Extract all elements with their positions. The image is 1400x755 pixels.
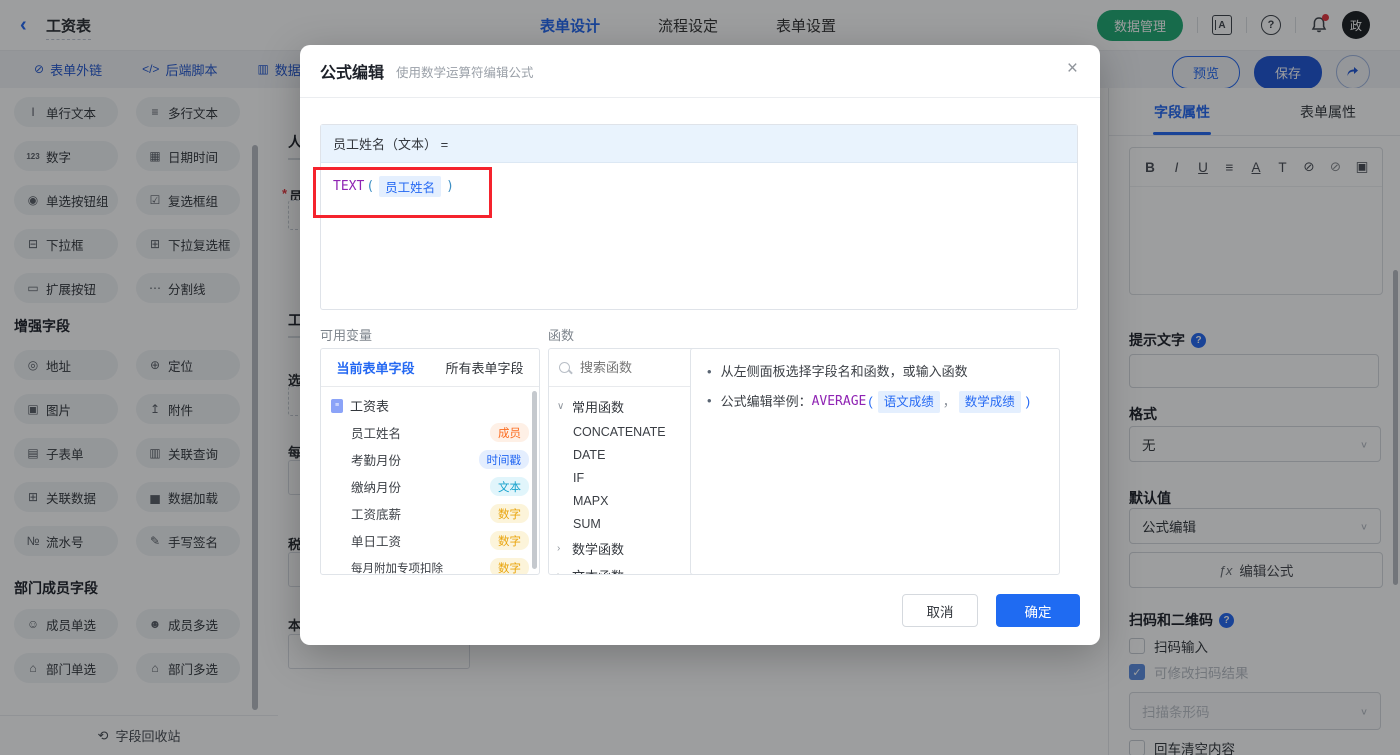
- variable-name: 工资底薪: [351, 508, 402, 522]
- function-group-common[interactable]: ∨ 常用函数: [549, 393, 699, 420]
- type-badge: 时间戳: [478, 450, 529, 469]
- function-item-concatenate[interactable]: CONCATENATE: [549, 420, 699, 443]
- function-item-mapx[interactable]: MAPX: [549, 489, 699, 512]
- example-chip-1: 语文成绩: [877, 391, 940, 413]
- function-group-label: 常用函数: [572, 400, 625, 415]
- modal-subtitle: 使用数学运算符编辑公式: [396, 65, 534, 80]
- chevron-down-icon: ∨: [557, 401, 565, 412]
- modal-footer: 取消 确定: [902, 594, 1080, 627]
- variable-name: 考勤月份: [351, 454, 402, 468]
- function-tree: ∨ 常用函数 CONCATENATE DATE IF MAPX SUM › 数学…: [549, 387, 699, 574]
- tab-all-form-fields[interactable]: 所有表单字段: [430, 349, 539, 386]
- functions-label: 函数: [548, 328, 575, 343]
- function-search-row: [549, 349, 699, 387]
- variable-name: 缴纳月份: [351, 481, 402, 495]
- type-badge: 成员: [490, 423, 529, 442]
- cancel-button[interactable]: 取消: [902, 594, 978, 627]
- variables-tabs: 当前表单字段 所有表单字段: [321, 349, 539, 387]
- available-vars-label: 可用变量: [320, 328, 373, 343]
- variable-name: 单日工资: [351, 535, 402, 549]
- form-doc-icon: ≡: [331, 398, 343, 413]
- function-item-if[interactable]: IF: [549, 466, 699, 489]
- function-group-math[interactable]: › 数学函数: [549, 535, 699, 562]
- app-root: ‹ 工资表 表单设计 流程设定 表单设置 数据管理 A ? 政 ⊘ 表单外链 <…: [0, 0, 1400, 755]
- function-search-input[interactable]: [578, 359, 682, 376]
- chevron-right-icon: ›: [557, 570, 567, 574]
- comma: ，: [942, 394, 956, 409]
- close-icon[interactable]: ×: [1067, 59, 1078, 78]
- type-badge: 数字: [490, 558, 529, 574]
- functions-panel: ∨ 常用函数 CONCATENATE DATE IF MAPX SUM › 数学…: [548, 348, 700, 575]
- chevron-right-icon: ›: [557, 543, 561, 554]
- function-item-sum[interactable]: SUM: [549, 512, 699, 535]
- variable-name: 每月附加专项扣除: [351, 562, 443, 575]
- function-item-date[interactable]: DATE: [549, 443, 699, 466]
- tree-root-label: 工资表: [350, 399, 390, 414]
- tab-current-form-fields[interactable]: 当前表单字段: [321, 349, 430, 386]
- paren-close: ): [1025, 394, 1031, 409]
- example-chip-2: 数学成绩: [958, 391, 1021, 413]
- type-badge: 文本: [490, 477, 529, 496]
- function-group-text[interactable]: › 文本函数: [549, 562, 699, 574]
- variable-row[interactable]: 考勤月份 时间戳: [321, 446, 539, 473]
- help-line-2: • 公式编辑举例： AVERAGE ( 语文成绩 ， 数学成绩 ): [707, 391, 1043, 413]
- variables-panel: 当前表单字段 所有表单字段 ≡ 工资表 员工姓名 成员 考勤月份 时间戳 缴纳月份 文…: [320, 348, 540, 575]
- example-prefix: 公式编辑举例：: [720, 394, 812, 409]
- tree-root-row[interactable]: ≡ 工资表: [321, 387, 539, 419]
- help-line-1: • 从左侧面板选择字段名和函数，或输入函数: [707, 362, 1043, 382]
- type-badge: 数字: [490, 531, 529, 550]
- formula-target-bar: 员工姓名（文本） =: [321, 125, 1077, 163]
- variable-row[interactable]: 员工姓名 成员: [321, 419, 539, 446]
- type-badge: 数字: [490, 504, 529, 523]
- red-highlight-box: [313, 167, 492, 218]
- search-icon: [559, 362, 570, 373]
- variable-row[interactable]: 每月附加专项扣除 数字: [321, 554, 539, 575]
- bullet-icon: •: [707, 393, 712, 408]
- variable-row[interactable]: 单日工资 数字: [321, 527, 539, 554]
- function-group-label: 文本函数: [572, 566, 624, 574]
- variable-name: 员工姓名: [351, 427, 402, 441]
- modal-header: 公式编辑 使用数学运算符编辑公式: [300, 45, 1100, 98]
- example-function-name: AVERAGE: [811, 394, 867, 409]
- modal-title: 公式编辑: [320, 65, 385, 82]
- variable-row[interactable]: 缴纳月份 文本: [321, 473, 539, 500]
- function-group-label: 数学函数: [572, 542, 625, 557]
- formula-help-panel: • 从左侧面板选择字段名和函数，或输入函数 • 公式编辑举例： AVERAGE …: [690, 348, 1060, 575]
- variable-row[interactable]: 工资底薪 数字: [321, 500, 539, 527]
- paren-open: (: [868, 394, 873, 409]
- bullet-icon: •: [707, 364, 712, 379]
- variables-scrollbar[interactable]: [532, 391, 537, 569]
- formula-edit-modal: 公式编辑 使用数学运算符编辑公式 × 员工姓名（文本） = TEXT ( 员工姓…: [300, 45, 1100, 645]
- confirm-button[interactable]: 确定: [996, 594, 1080, 627]
